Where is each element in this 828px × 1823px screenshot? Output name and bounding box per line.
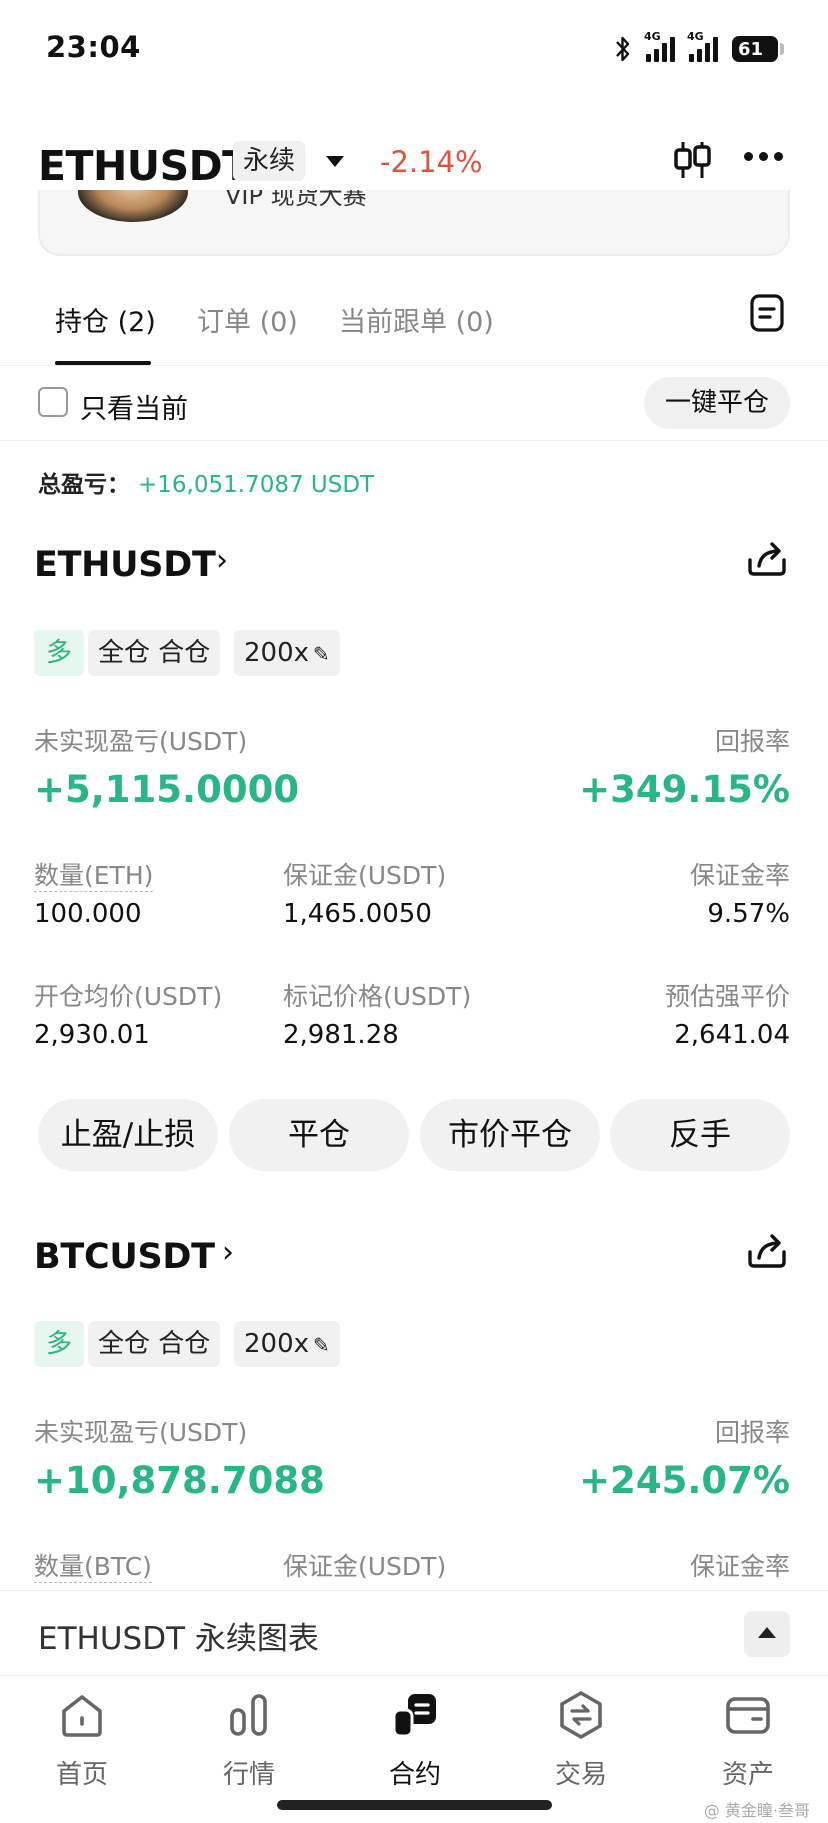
tab-copy-trades[interactable]: 当前跟单 (0) <box>339 300 494 339</box>
nav-item-futures[interactable]: 合约 <box>350 1676 480 1791</box>
position-symbol[interactable]: BTCUSDT <box>34 1237 215 1277</box>
caret-up-icon[interactable] <box>744 1611 790 1657</box>
unrealized-pnl-value: +5,115.0000 <box>34 768 300 811</box>
promo-banner[interactable]: VIP 现货大赛 <box>38 190 790 256</box>
edit-icon: ✎ <box>313 1333 330 1357</box>
nav-item-market[interactable]: 行情 <box>184 1676 314 1791</box>
trade-icon <box>560 1691 602 1739</box>
nav-label: 交易 <box>554 1760 607 1790</box>
roe-value: +245.07% <box>579 1459 790 1502</box>
more-icon[interactable] <box>744 152 783 161</box>
bluetooth-icon <box>616 36 630 62</box>
close-all-button[interactable]: 一键平仓 <box>644 377 790 429</box>
status-bar: 23:04 4G 4G 61 <box>0 0 828 100</box>
reverse-button[interactable]: 反手 <box>610 1099 790 1171</box>
total-pnl-label: 总盈亏： <box>38 472 130 498</box>
nav-item-home[interactable]: 首页 <box>17 1676 147 1791</box>
total-pnl-value: +16,051.7087 USDT <box>138 472 375 498</box>
roe-value: +349.15% <box>579 768 790 811</box>
margin-ratio-value: 9.57% <box>707 899 790 929</box>
mark-price-label: 标记价格(USDT) <box>283 982 472 1011</box>
filter-row: 只看当前 一键平仓 <box>0 365 828 441</box>
network-type-label: 4G <box>687 30 704 43</box>
network-type-label: 4G <box>644 30 661 43</box>
price-change: -2.14% <box>380 145 483 179</box>
tp-sl-button[interactable]: 止盈/止损 <box>38 1099 218 1171</box>
mark-price-value: 2,981.28 <box>283 1020 399 1050</box>
trophy-image <box>78 190 188 222</box>
close-position-button[interactable]: 平仓 <box>229 1099 409 1171</box>
margin-value: 1,465.0050 <box>283 899 432 929</box>
signal-icon: 4G <box>644 30 675 62</box>
chevron-right-icon[interactable]: › <box>222 1235 234 1270</box>
unrealized-pnl-value: +10,878.7088 <box>34 1459 325 1502</box>
symbol-title[interactable]: ETHUSDT <box>38 142 250 190</box>
roe-label: 回报率 <box>714 727 790 756</box>
margin-label: 保证金(USDT) <box>283 1552 447 1581</box>
leverage-tag[interactable]: 200x ✎ <box>234 1321 340 1367</box>
market-icon <box>230 1694 267 1736</box>
watermark: @ 黄金瞳·叁哥 <box>703 1801 810 1820</box>
only-current-label[interactable]: 只看当前 <box>80 387 188 426</box>
caret-down-icon[interactable] <box>326 156 344 167</box>
nav-label: 首页 <box>55 1760 108 1790</box>
side-tag: 多 <box>34 1321 85 1367</box>
roe-label: 回报率 <box>714 1418 790 1447</box>
nav-label: 资产 <box>721 1760 774 1790</box>
nav-item-trade[interactable]: 交易 <box>516 1676 646 1791</box>
status-icons: 4G 4G 61 <box>614 30 784 64</box>
tab-positions[interactable]: 持仓 (2) <box>55 300 156 339</box>
wallet-icon <box>726 1697 770 1734</box>
chart-drawer-label: ETHUSDT 永续图表 <box>38 1621 319 1657</box>
margin-label: 保证金(USDT) <box>283 861 447 890</box>
chevron-right-icon[interactable]: › <box>216 543 228 578</box>
document-icon[interactable] <box>749 293 785 333</box>
unrealized-pnl-label: 未实现盈亏(USDT) <box>34 1418 248 1447</box>
chart-drawer-bar[interactable]: ETHUSDT 永续图表 <box>0 1590 828 1676</box>
position-tabs: 持仓 (2) 订单 (0) 当前跟单 (0) <box>0 285 828 366</box>
qty-label: 数量(ETH) <box>34 861 154 892</box>
position-symbol[interactable]: ETHUSDT <box>34 545 216 585</box>
futures-icon <box>392 1694 436 1738</box>
nav-item-assets[interactable]: 资产 <box>683 1676 813 1791</box>
only-current-checkbox[interactable] <box>38 387 68 417</box>
leverage-tag[interactable]: 200x ✎ <box>234 630 340 676</box>
margin-mode-tag: 全仓 合仓 <box>88 630 221 676</box>
status-time: 23:04 <box>46 30 141 64</box>
unrealized-pnl-label: 未实现盈亏(USDT) <box>34 727 248 756</box>
total-pnl: 总盈亏： +16,051.7087 USDT <box>38 465 374 499</box>
nav-label: 合约 <box>388 1760 441 1790</box>
entry-price-value: 2,930.01 <box>34 1020 150 1050</box>
home-icon <box>62 1695 102 1737</box>
qty-label: 数量(BTC) <box>34 1552 152 1583</box>
liq-price-label: 预估强平价 <box>664 982 790 1011</box>
edit-icon: ✎ <box>313 642 330 666</box>
liq-price-value: 2,641.04 <box>674 1020 790 1050</box>
margin-ratio-label: 保证金率 <box>689 1552 790 1581</box>
battery-icon: 61 <box>732 36 784 62</box>
leverage-value: 200x <box>244 1329 310 1359</box>
market-close-button[interactable]: 市价平仓 <box>420 1099 600 1171</box>
contract-type-tag: 永续 <box>233 141 306 181</box>
share-icon[interactable] <box>744 1230 790 1270</box>
share-icon[interactable] <box>744 538 790 578</box>
tab-orders[interactable]: 订单 (0) <box>197 300 298 339</box>
candlestick-chart-icon[interactable] <box>672 138 712 182</box>
qty-value: 100.000 <box>34 899 142 929</box>
margin-ratio-label: 保证金率 <box>689 861 790 890</box>
banner-text: VIP 现货大赛 <box>225 190 367 210</box>
entry-price-label: 开仓均价(USDT) <box>34 982 223 1011</box>
nav-label: 行情 <box>222 1760 275 1790</box>
side-tag: 多 <box>34 630 85 676</box>
battery-level: 61 <box>738 38 764 60</box>
margin-mode-tag: 全仓 合仓 <box>88 1321 221 1367</box>
home-indicator[interactable] <box>277 1800 552 1810</box>
leverage-value: 200x <box>244 638 310 668</box>
signal-icon: 4G <box>687 30 718 62</box>
